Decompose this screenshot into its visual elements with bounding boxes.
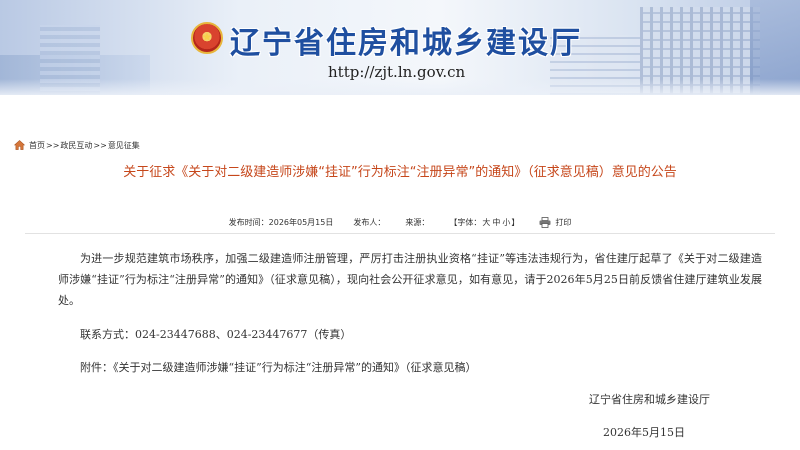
site-banner: 辽宁省住房和城乡建设厅 http://zjt.ln.gov.cn — [0, 0, 800, 95]
signature-date: 2026年5月15日 — [603, 426, 685, 439]
meta-divider — [25, 233, 775, 234]
attachment-line: 附件：《关于对二级建造师涉嫌“挂证”行为标注“注册异常”的通知》（征求意见稿） — [80, 359, 477, 375]
breadcrumb-solicitation-link[interactable]: 意见征集 — [108, 140, 140, 151]
site-title: 辽宁省住房和城乡建设厅 — [230, 26, 582, 61]
font-large-button[interactable]: 大 — [482, 218, 490, 227]
signature-org: 辽宁省住房和城乡建设厅 — [589, 393, 710, 406]
article-title: 关于征求《关于对二级建造师涉嫌“挂证”行为标注“注册异常”的通知》（征求意见稿）… — [123, 165, 677, 180]
breadcrumb-interaction-link[interactable]: 政民互动 — [60, 140, 92, 151]
home-icon — [14, 140, 25, 150]
article-body: 为进一步规范建筑市场秩序，加强二级建造师注册管理，严厉打击注册执业资格“挂证”等… — [58, 248, 762, 311]
font-size-switcher: 【字体：大中小】 — [449, 217, 519, 228]
font-medium-button[interactable]: 中 — [492, 218, 500, 227]
publisher-label: 发布人： — [353, 217, 386, 227]
publish-label: 发布时间： — [228, 217, 269, 227]
site-url: http://zjt.ln.gov.cn — [328, 63, 466, 81]
font-small-button[interactable]: 小 — [502, 218, 510, 227]
attachment-link[interactable]: 《关于对二级建造师涉嫌“挂证”行为标注“注册异常”的通知》（征求意见稿） — [113, 361, 477, 374]
contact-info: 联系方式：024-23447688、024-23447677（传真） — [80, 328, 352, 341]
publish-info: 发布时间：2026年05月15日 — [229, 217, 334, 228]
breadcrumb-separator: >> — [46, 140, 60, 150]
breadcrumb-separator: >> — [93, 140, 107, 150]
print-button[interactable]: 打印 — [539, 216, 572, 228]
printer-icon — [539, 216, 551, 228]
breadcrumb-home-link[interactable]: 首页 — [29, 140, 45, 151]
article-paragraph: 为进一步规范建筑市场秩序，加强二级建造师注册管理，严厉打击注册执业资格“挂证”等… — [58, 252, 762, 307]
font-size-close: 】 — [511, 217, 520, 227]
attachment-label: 附件： — [80, 361, 113, 374]
publish-date: 2026年05月15日 — [268, 217, 334, 227]
banner-fade — [0, 79, 800, 95]
font-size-label: 【字体： — [449, 217, 482, 227]
emblem-icon — [191, 22, 223, 54]
print-label: 打印 — [555, 217, 572, 227]
article-meta: 发布时间：2026年05月15日 发布人： 来源： 【字体：大中小】 打印 — [0, 214, 800, 230]
source-label: 来源： — [405, 217, 430, 227]
breadcrumb: 首页 >> 政民互动 >> 意见征集 — [14, 138, 140, 152]
